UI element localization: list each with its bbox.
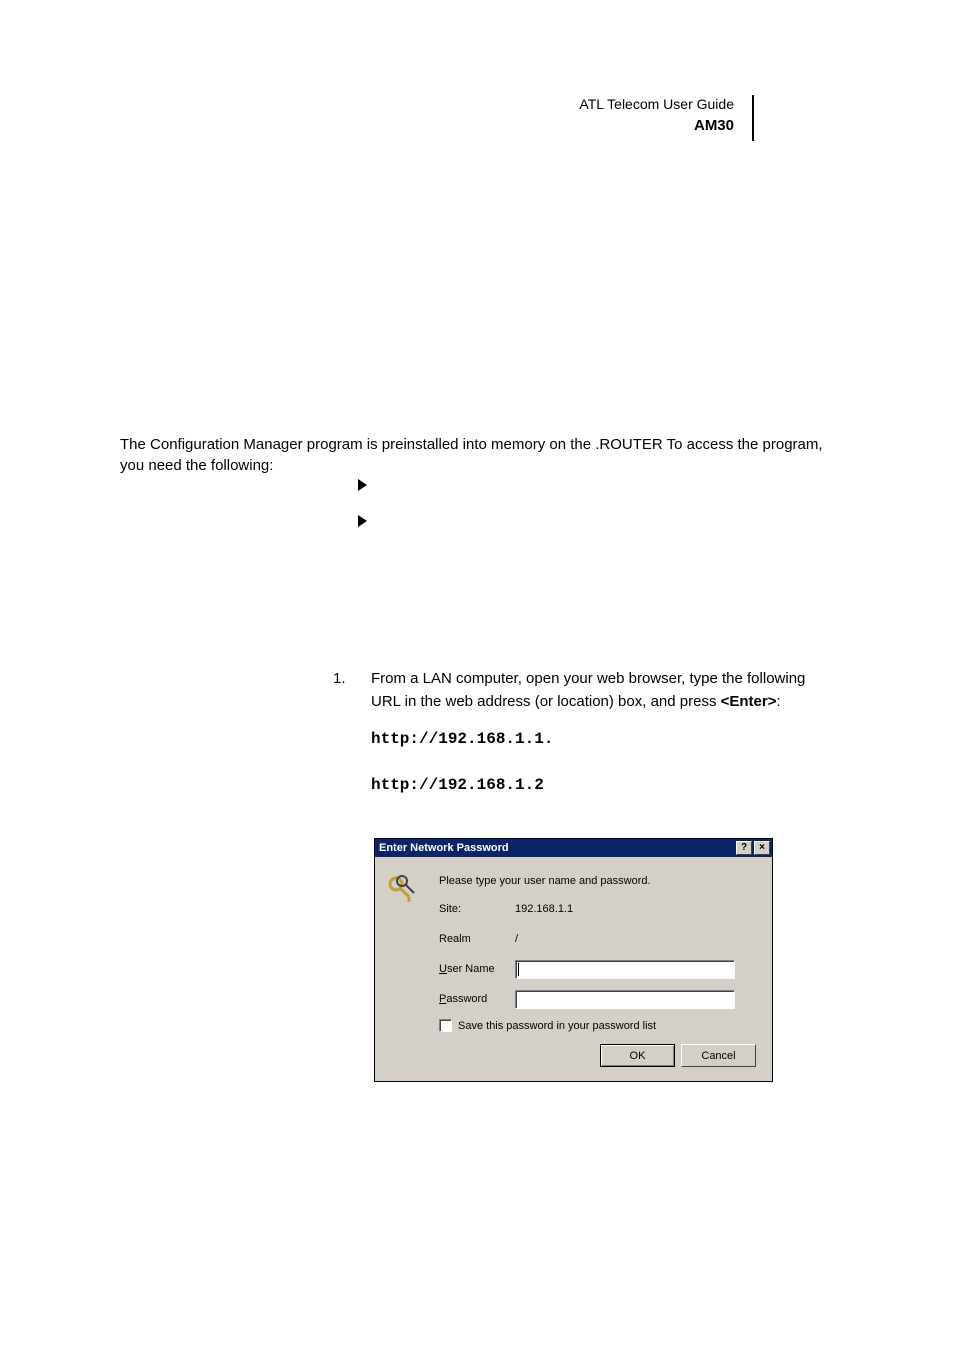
intro-paragraph: The Configuration Manager program is pre… bbox=[120, 434, 834, 476]
help-button[interactable]: ? bbox=[736, 841, 752, 855]
username-row: User Name bbox=[439, 959, 758, 979]
header-model-text: AM30 bbox=[579, 115, 734, 136]
step-text-after: : bbox=[777, 693, 781, 710]
url-secondary: http://192.168.1.2 bbox=[371, 773, 834, 797]
dialog-fields: Please type your user name and password.… bbox=[439, 875, 758, 1009]
text-caret bbox=[518, 963, 519, 976]
dialog-title: Enter Network Password bbox=[379, 842, 734, 854]
site-label: Site: bbox=[439, 903, 515, 915]
bullet-item bbox=[358, 478, 367, 495]
bullet-item bbox=[358, 514, 367, 531]
realm-label: Realm bbox=[439, 933, 515, 945]
save-password-label: Save this password in your password list bbox=[458, 1020, 656, 1032]
username-input[interactable] bbox=[515, 960, 735, 979]
triangle-icon bbox=[358, 515, 367, 527]
realm-value: / bbox=[515, 933, 758, 945]
close-button[interactable]: × bbox=[754, 841, 770, 855]
realm-row: Realm / bbox=[439, 929, 758, 949]
step-text: From a LAN computer, open your web brows… bbox=[371, 668, 834, 713]
username-field-wrap bbox=[515, 960, 758, 979]
dialog-prompt: Please type your user name and password. bbox=[439, 875, 758, 887]
password-row: Password bbox=[439, 989, 758, 1009]
password-input[interactable] bbox=[515, 990, 735, 1009]
page-header: ATL Telecom User Guide AM30 bbox=[579, 95, 754, 141]
password-label: Password bbox=[439, 993, 515, 1005]
username-label: User Name bbox=[439, 963, 515, 975]
ok-button[interactable]: OK bbox=[600, 1044, 675, 1067]
password-field-wrap bbox=[515, 990, 758, 1009]
step-text-bold: <Enter> bbox=[721, 693, 777, 710]
step-number: 1. bbox=[333, 668, 346, 691]
step-block: 1. From a LAN computer, open your web br… bbox=[335, 668, 834, 797]
dialog-titlebar[interactable]: Enter Network Password ? × bbox=[375, 839, 772, 857]
dialog-button-row: OK Cancel bbox=[389, 1044, 758, 1071]
save-password-row: Save this password in your password list bbox=[439, 1019, 758, 1032]
dialog-body: Please type your user name and password.… bbox=[375, 857, 772, 1081]
cancel-button[interactable]: Cancel bbox=[681, 1044, 756, 1067]
password-dialog: Enter Network Password ? × Please type y… bbox=[374, 838, 773, 1082]
help-icon: ? bbox=[741, 843, 747, 853]
site-value: 192.168.1.1 bbox=[515, 903, 758, 915]
save-password-checkbox[interactable] bbox=[439, 1019, 452, 1032]
site-row: Site: 192.168.1.1 bbox=[439, 899, 758, 919]
close-icon: × bbox=[759, 843, 765, 853]
header-guide-text: ATL Telecom User Guide bbox=[579, 95, 734, 115]
triangle-icon bbox=[358, 479, 367, 491]
keys-icon bbox=[387, 875, 419, 907]
url-primary: http://192.168.1.1. bbox=[371, 727, 834, 751]
